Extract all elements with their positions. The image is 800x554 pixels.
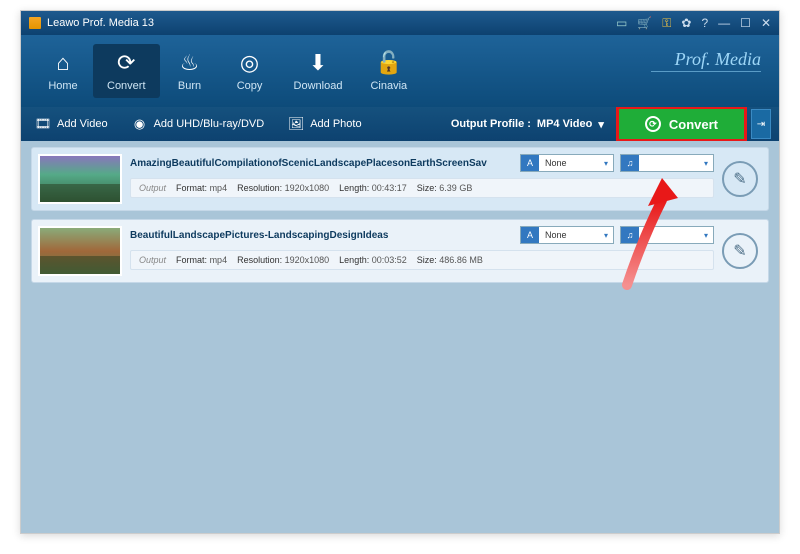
add-video-button[interactable]: 🎞 Add Video [29,113,114,135]
help-icon[interactable]: ? [701,16,708,30]
resolution-value: 1920x1080 [285,183,330,193]
subtitle-dropdown[interactable]: A None ▾ [520,226,614,244]
length-value: 00:43:17 [372,183,407,193]
output-profile-label: Output Profile : [451,118,531,130]
subtitle-icon: A [521,227,539,243]
brand-underline [651,71,761,72]
list-item[interactable]: AmazingBeautifulCompilationofScenicLands… [31,147,769,211]
chevron-down-icon: ▾ [699,231,713,240]
app-title: Leawo Prof. Media 13 [47,17,154,29]
format-value: mp4 [210,183,228,193]
tab-home[interactable]: ⌂ Home [33,44,93,98]
tab-convert-label: Convert [107,80,146,92]
size-label: Size: [417,183,437,193]
tab-burn[interactable]: ♨ Burn [160,44,220,98]
add-disc-button[interactable]: ◉ Add UHD/Blu-ray/DVD [126,113,271,135]
main-toolbar: ⌂ Home ⟳ Convert ♨ Burn ◎ Copy ⬇ Downloa… [21,35,779,107]
photo-icon: 🖼 [288,116,304,132]
audio-value [639,230,699,240]
subtitle-value: None [539,230,599,240]
gear-icon[interactable]: ✿ [681,16,691,30]
tab-burn-label: Burn [178,80,201,92]
refresh-icon: ⟳ [645,116,661,132]
size-label: Size: [417,255,437,265]
length-value: 00:03:52 [372,255,407,265]
output-label: Output [139,183,166,193]
convert-button[interactable]: ⟳ Convert [616,106,747,142]
audio-dropdown[interactable]: ♫ ▾ [620,226,714,244]
edit-button[interactable]: ✎ [722,161,758,197]
key-icon[interactable]: ⚿ [662,16,671,31]
subtitle-value: None [539,158,599,168]
download-icon: ⬇ [309,50,327,76]
disc-icon: ◉ [132,116,148,132]
format-value: mp4 [210,255,228,265]
copy-icon: ◎ [240,50,259,76]
size-value: 486.86 MB [439,255,483,265]
size-value: 6.39 GB [439,183,472,193]
video-icon: 🎞 [35,116,51,132]
monitor-icon[interactable]: ▭ [616,16,627,30]
resolution-value: 1920x1080 [285,255,330,265]
app-window: Leawo Prof. Media 13 ▭ 🛒 ⚿ ✿ ? — ☐ ✕ ⌂ H… [20,10,780,534]
brand-label: Prof. Media [675,49,761,70]
subtitle-icon: A [521,155,539,171]
burn-icon: ♨ [180,50,200,76]
length-label: Length: [339,255,369,265]
music-icon: ♫ [621,227,639,243]
add-photo-button[interactable]: 🖼 Add Photo [282,113,367,135]
home-icon: ⌂ [56,50,69,76]
app-logo-icon [29,17,41,29]
add-video-label: Add Video [57,118,108,130]
tab-home-label: Home [48,80,77,92]
music-icon: ♫ [621,155,639,171]
add-photo-label: Add Photo [310,118,361,130]
output-label: Output [139,255,166,265]
chevron-down-icon: ▾ [598,118,604,131]
sidebar-toggle-button[interactable]: ⇥ [751,109,771,139]
tab-download-label: Download [294,80,343,92]
resolution-label: Resolution: [237,183,282,193]
format-label: Format: [176,255,207,265]
sub-toolbar: 🎞 Add Video ◉ Add UHD/Blu-ray/DVD 🖼 Add … [21,107,779,141]
shop-icon[interactable]: 🛒 [637,16,652,30]
maximize-button[interactable]: ☐ [740,16,751,30]
video-thumbnail [38,154,122,204]
titlebar: Leawo Prof. Media 13 ▭ 🛒 ⚿ ✿ ? — ☐ ✕ [21,11,779,35]
audio-dropdown[interactable]: ♫ ▾ [620,154,714,172]
resolution-label: Resolution: [237,255,282,265]
close-button[interactable]: ✕ [761,16,771,30]
edit-icon: ✎ [733,241,746,261]
item-title: AmazingBeautifulCompilationofScenicLands… [130,158,514,169]
add-disc-label: Add UHD/Blu-ray/DVD [154,118,265,130]
output-profile-selector[interactable]: Output Profile : MP4 Video ▾ [451,118,604,131]
content-area: AmazingBeautifulCompilationofScenicLands… [21,141,779,533]
item-meta: Output Format: mp4 Resolution: 1920x1080… [130,178,714,198]
edit-button[interactable]: ✎ [722,233,758,269]
minimize-button[interactable]: — [718,16,730,30]
tab-copy-label: Copy [237,80,263,92]
tab-cinavia-label: Cinavia [370,80,407,92]
format-label: Format: [176,183,207,193]
chevron-down-icon: ▾ [599,231,613,240]
convert-icon: ⟳ [117,50,135,76]
tab-copy[interactable]: ◎ Copy [220,44,280,98]
video-thumbnail [38,226,122,276]
subtitle-dropdown[interactable]: A None ▾ [520,154,614,172]
audio-value [639,158,699,168]
tab-cinavia[interactable]: 🔓 Cinavia [356,44,421,98]
length-label: Length: [339,183,369,193]
chevron-down-icon: ▾ [699,159,713,168]
tab-convert[interactable]: ⟳ Convert [93,44,160,98]
edit-icon: ✎ [733,169,746,189]
item-meta: Output Format: mp4 Resolution: 1920x1080… [130,250,714,270]
item-title: BeautifulLandscapePictures-LandscapingDe… [130,230,514,241]
list-item[interactable]: BeautifulLandscapePictures-LandscapingDe… [31,219,769,283]
convert-button-label: Convert [669,117,718,132]
cinavia-icon: 🔓 [375,50,402,76]
output-profile-value: MP4 Video [537,118,592,130]
chevron-down-icon: ▾ [599,159,613,168]
tab-download[interactable]: ⬇ Download [280,44,357,98]
